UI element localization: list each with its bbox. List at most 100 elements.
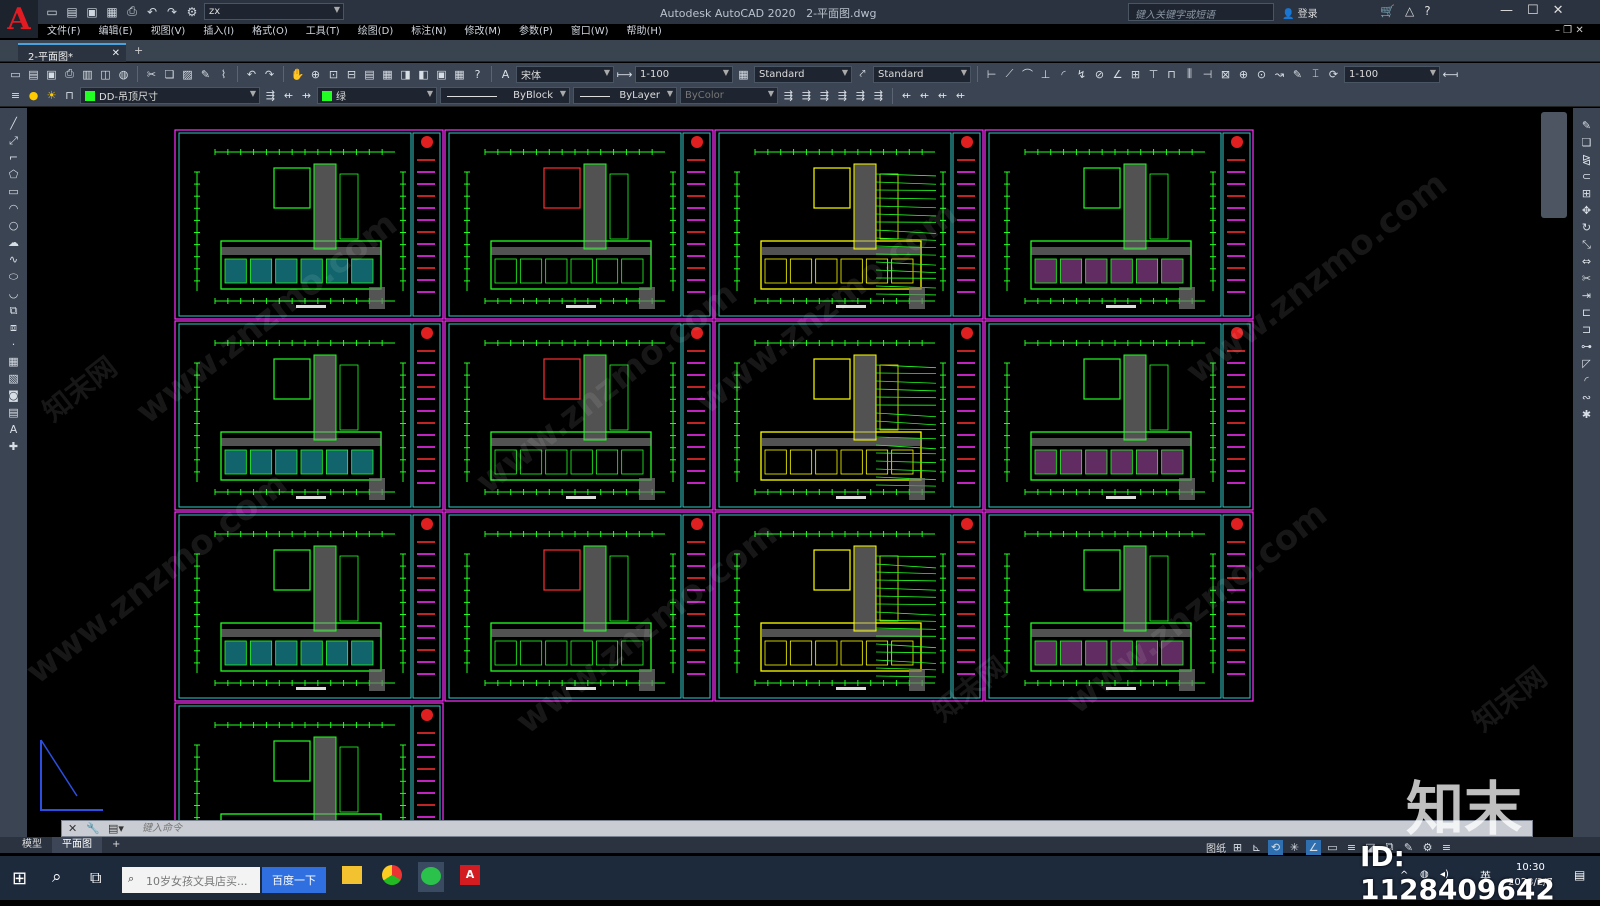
properties-icon[interactable]: ▤ [362,67,377,82]
trim-tool-icon[interactable]: ✂ [1579,271,1594,286]
continue-dim-icon[interactable]: ⊓ [1164,67,1179,82]
join-tool-icon[interactable]: ⊶ [1579,339,1594,354]
array-tool-icon[interactable]: ⊞ [1579,186,1594,201]
aligned-dim-icon[interactable]: ⟋ [1002,67,1017,82]
chamfer-tool-icon[interactable]: ◸ [1579,356,1594,371]
brush-icon[interactable]: ⌇ [216,67,231,82]
arc-dim-icon[interactable]: ⌒ [1020,67,1035,82]
dim-scale-select-2[interactable]: 1-100▼ [1344,66,1440,83]
rotate-tool-icon[interactable]: ↻ [1579,220,1594,235]
maximize-icon[interactable]: ☐ [1527,3,1539,18]
plot-icon[interactable]: ⎙ [124,4,140,20]
region-tool-icon[interactable]: ◙ [6,388,21,403]
command-line[interactable]: ✕ 🔧 ▤▾ [61,820,1533,837]
text-font-select[interactable]: 宋体▼ [516,66,614,83]
menu-item[interactable]: 修改(M) [456,24,510,40]
help-icon[interactable]: ? [1424,4,1430,18]
polar-icon[interactable]: ✳ [1287,840,1302,855]
erase-tool-icon[interactable]: ✎ [1579,118,1594,133]
layer-previous-icon[interactable]: ⇷ [281,88,296,103]
close-icon[interactable]: ✕ [1553,3,1564,18]
break-dim-icon[interactable]: ⊣ [1200,67,1215,82]
dim-override-icon[interactable]: ⟻ [1443,67,1458,82]
ellipse-tool-icon[interactable]: ⬭ [6,269,21,284]
file-explorer-icon[interactable] [342,866,362,884]
make-current-icon[interactable]: ⇶ [263,88,278,103]
explode-tool-icon[interactable]: ✱ [1579,407,1594,422]
menu-item[interactable]: 标注(N) [402,24,455,40]
save-icon[interactable]: ▣ [84,4,100,20]
polygon-tool-icon[interactable]: ⬠ [6,167,21,182]
add-layout-icon[interactable]: + [102,837,130,853]
menu-item[interactable]: 参数(P) [510,24,562,40]
baseline-dim-icon[interactable]: ⊤ [1146,67,1161,82]
taskbar-search-box[interactable]: ⌕10岁女孩文具店买... [122,867,260,893]
help-icon[interactable]: ? [470,67,485,82]
minimize-icon[interactable]: — [1500,3,1513,18]
layer-copy-icon[interactable]: ⇷ [935,88,950,103]
lineweight-select[interactable]: ByLayer▼ [573,87,677,104]
chrome-icon[interactable] [382,865,402,885]
layer-state-icon[interactable]: ⇸ [299,88,314,103]
layer-merge-icon[interactable]: ⇷ [953,88,968,103]
menu-item[interactable]: 插入(I) [194,24,243,40]
dim-style-select[interactable]: Standard▼ [873,66,971,83]
layer-uniso-icon[interactable]: ⇶ [799,88,814,103]
edit-dim-icon[interactable]: ✎ [1290,67,1305,82]
layer-freeze-icon[interactable]: ⇶ [835,88,850,103]
lineweight-icon[interactable]: ≡ [1344,840,1359,855]
cart-icon[interactable]: 🛒 [1380,4,1395,18]
calculator-icon[interactable]: ▦ [452,67,467,82]
center-mark-icon[interactable]: ⊕ [1236,67,1251,82]
update-icon[interactable]: ⟳ [1326,67,1341,82]
circle-tool-icon[interactable]: ○ [6,218,21,233]
extend-tool-icon[interactable]: ⇥ [1579,288,1594,303]
doc-tab[interactable]: 2-平面图*✕ [18,43,126,62]
menu-item[interactable]: 帮助(H) [618,24,671,40]
globe-icon[interactable]: ◍ [116,67,131,82]
make-block-icon[interactable]: ⧈ [6,320,21,335]
layer-off-icon[interactable]: ⇶ [817,88,832,103]
menu-item[interactable]: 格式(O) [243,24,297,40]
pan-icon[interactable]: ✋ [290,67,305,82]
publish-icon[interactable]: ◫ [98,67,113,82]
help-search-input[interactable]: 键入关键字或短语 [1128,3,1274,21]
save-as-icon[interactable]: ▦ [104,4,120,20]
polyline-tool-icon[interactable]: ⌐ [6,150,21,165]
layer-walk-icon[interactable]: ⇶ [871,88,886,103]
diameter-dim-icon[interactable]: ⊘ [1092,67,1107,82]
undo-icon[interactable]: ↶ [244,67,259,82]
break-point-tool-icon[interactable]: ⊏ [1579,305,1594,320]
snap-icon[interactable]: ⊾ [1249,840,1264,855]
text-style-select[interactable]: Standard▼ [754,66,852,83]
windows-start-icon[interactable]: ⊞ [12,868,27,889]
layer-change-icon[interactable]: ⇷ [917,88,932,103]
xline-tool-icon[interactable]: ⤢ [6,133,21,148]
arc-tool-icon[interactable]: ◠ [6,201,21,216]
menu-item[interactable]: 绘图(D) [349,24,403,40]
drawing-canvas[interactable]: www.znzmo.com www.znzmo.com www.znzmo.co… [27,108,1573,826]
tab-model[interactable]: 模型 [12,837,52,853]
table-style-icon[interactable]: ▦ [736,67,751,82]
space-dim-icon[interactable]: ⫼ [1182,67,1197,82]
design-center-icon[interactable]: ▦ [380,67,395,82]
copy-tool-icon[interactable]: ❏ [1579,135,1594,150]
offset-tool-icon[interactable]: ⊂ [1579,169,1594,184]
baidu-search-button[interactable]: 百度一下 [262,867,326,893]
close-tab-icon[interactable]: ✕ [112,48,120,59]
sheet-set-icon[interactable]: ◧ [416,67,431,82]
copy-icon[interactable]: ❏ [162,67,177,82]
point-tool-icon[interactable]: · [6,337,21,352]
break-tool-icon[interactable]: ⊐ [1579,322,1594,337]
sign-in-button[interactable]: 👤 登录 [1282,5,1318,20]
open-icon[interactable]: ▤ [26,67,41,82]
scale-tool-icon[interactable]: ⤡ [1579,237,1594,252]
save-icon[interactable]: ▣ [44,67,59,82]
quick-dim-icon[interactable]: ⊞ [1128,67,1143,82]
hatch-tool-icon[interactable]: ▦ [6,354,21,369]
close-cmd-icon[interactable]: ✕ [68,822,77,835]
rectangle-tool-icon[interactable]: ▭ [6,184,21,199]
radius-dim-icon[interactable]: ◜ [1056,67,1071,82]
insert-block-icon[interactable]: ⧉ [6,303,21,318]
mirror-tool-icon[interactable]: ⧎ [1579,152,1594,167]
